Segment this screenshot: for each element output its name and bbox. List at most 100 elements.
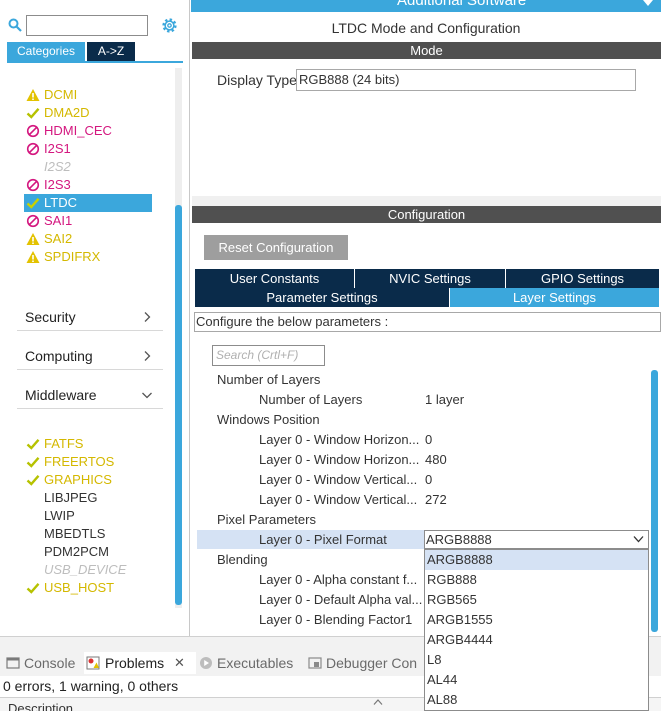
param-label[interactable]: Layer 0 - Window Vertical... [259,490,417,510]
section-label: Security [25,309,76,325]
option-argb4444[interactable]: ARGB4444 [425,630,648,650]
executables-icon [200,657,212,669]
list-item-graphics[interactable]: GRAPHICS [24,471,152,489]
list-item-fatfs[interactable]: FATFS [24,435,152,453]
list-item-label: DCMI [44,87,78,102]
list-item-sai2[interactable]: SAI2 [24,230,152,248]
tab-underline [7,61,183,63]
left-scrollbar-thumb[interactable] [175,205,182,605]
tab-gpio-settings[interactable]: GPIO Settings [506,269,660,288]
param-value[interactable]: 0 [425,470,432,490]
pixel-format-select[interactable]: ARGB8888 [424,530,649,549]
tab-layer-settings[interactable]: Layer Settings [450,288,660,307]
chevron-down-icon[interactable] [633,535,644,543]
section-middleware[interactable]: Middleware [17,383,163,409]
list-item-dcmi[interactable]: DCMI [24,86,152,104]
console-icon [6,657,20,669]
tab-debugger-console[interactable]: Debugger Con [308,652,426,674]
list-item-i2s3[interactable]: I2S3 [24,176,152,194]
param-label[interactable]: Layer 0 - Window Vertical... [259,470,417,490]
list-item-libjpeg[interactable]: LIBJPEG [24,489,152,507]
mode-header: Mode [192,42,661,59]
list-item-lwip[interactable]: LWIP [24,507,152,525]
group-blending[interactable]: Blending [217,550,268,570]
check-icon [26,475,40,486]
tab-categories[interactable]: Categories [7,42,85,61]
tab-a-z[interactable]: A->Z [87,42,135,61]
list-item-sai1[interactable]: SAI1 [24,212,152,230]
list-item-pdm2pcm[interactable]: PDM2PCM [24,543,152,561]
param-label[interactable]: Layer 0 - Blending Factor1 [259,610,412,630]
option-rgb565[interactable]: RGB565 [425,590,648,610]
dropdown-arrow-icon[interactable] [643,0,653,7]
option-al88[interactable]: AL88 [425,690,648,710]
panel-splitter[interactable] [192,196,661,206]
list-item-mbedtls[interactable]: MBEDTLS [24,525,152,543]
tab-executables[interactable]: Executables [199,652,303,674]
section-label: Computing [25,348,93,364]
param-label[interactable]: Layer 0 - Window Horizon... [259,430,419,450]
chevron-down-icon [142,392,152,399]
tab-parameter-settings[interactable]: Parameter Settings [195,288,450,307]
param-value[interactable]: 272 [425,490,447,510]
list-item-freertos[interactable]: FREERTOS [24,453,152,471]
param-value[interactable]: 1 layer [425,390,464,410]
right-scrollbar-thumb[interactable] [651,370,658,632]
list-item-label: I2S3 [44,177,71,192]
list-item-label: LIBJPEG [44,490,98,505]
list-item-ltdc[interactable]: LTDC [24,194,152,212]
list-item-spdifrx[interactable]: SPDIFRX [24,248,152,266]
list-item-dma2d[interactable]: DMA2D [24,104,152,122]
warning-icon [26,251,40,263]
additional-software-label[interactable]: Additional Software [397,0,526,9]
option-al44[interactable]: AL44 [425,670,648,690]
warning-icon [26,233,40,245]
check-icon [26,108,40,119]
group-pixel-parameters[interactable]: Pixel Parameters [217,510,316,530]
list-item-i2s2[interactable]: I2S2 [24,158,152,176]
configure-instructions: Configure the below parameters : [194,312,661,332]
search-input[interactable] [26,15,148,36]
param-label[interactable]: Layer 0 - Pixel Format [259,530,387,549]
tab-label: Problems [105,655,165,671]
list-item-usb-device[interactable]: USB_DEVICE [24,561,152,579]
list-item-usb-host[interactable]: USB_HOST [24,579,152,597]
display-type-field[interactable]: RGB888 (24 bits) [296,69,636,91]
configuration-header: Configuration [192,206,661,223]
gear-icon[interactable] [160,16,179,35]
chevron-right-icon [144,312,151,322]
group-windows-position[interactable]: Windows Position [217,410,320,430]
tab-user-constants[interactable]: User Constants [195,269,355,288]
column-header-description[interactable]: Description [8,701,73,711]
sort-icon[interactable] [373,699,383,705]
section-security[interactable]: Security [17,305,163,331]
tab-nvic-settings[interactable]: NVIC Settings [355,269,506,288]
list-item-label: I2S1 [44,141,71,156]
option-argb8888[interactable]: ARGB8888 [425,550,648,570]
param-value[interactable]: 480 [425,450,447,470]
tab-console[interactable]: Console [6,652,82,674]
option-l8[interactable]: L8 [425,650,648,670]
param-value[interactable]: 0 [425,430,432,450]
list-item-label: HDMI_CEC [44,123,112,138]
option-argb1555[interactable]: ARGB1555 [425,610,648,630]
list-item-label: USB_HOST [44,580,115,595]
list-item-hdmi-cec[interactable]: HDMI_CEC [24,122,152,140]
group-number-of-layers[interactable]: Number of Layers [217,370,320,390]
page-title: LTDC Mode and Configuration [331,20,521,36]
tab-problems[interactable]: Problems ✕ [84,652,196,674]
param-label[interactable]: Number of Layers [259,390,362,410]
close-icon[interactable]: ✕ [174,652,185,674]
pixel-format-options: ARGB8888 RGB888 RGB565 ARGB1555 ARGB4444… [424,549,649,711]
list-item-label: FREERTOS [44,454,115,469]
reset-configuration-button[interactable]: Reset Configuration [204,235,348,260]
list-item-label: USB_DEVICE [44,562,127,577]
param-label[interactable]: Layer 0 - Alpha constant f... [259,570,417,590]
param-label[interactable]: Layer 0 - Window Horizon... [259,450,419,470]
param-label[interactable]: Layer 0 - Default Alpha val... [259,590,422,610]
list-item-i2s1[interactable]: I2S1 [24,140,152,158]
parameter-search-input[interactable]: Search (Crtl+F) [212,345,325,366]
section-computing[interactable]: Computing [17,344,163,370]
option-rgb888[interactable]: RGB888 [425,570,648,590]
disabled-icon [26,124,40,138]
